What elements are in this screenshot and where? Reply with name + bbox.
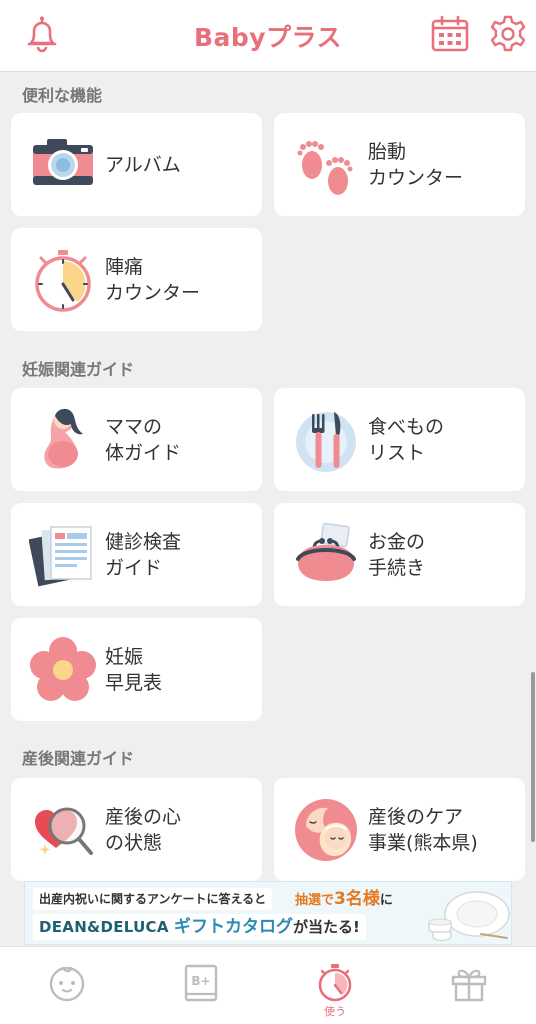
card-label: お金の 手続き — [368, 531, 426, 579]
banner-line2-post: に — [379, 893, 393, 908]
pregnant-woman-icon — [44, 408, 83, 469]
card-checkup-guide[interactable]: 健診検査 ガイド — [11, 503, 262, 606]
card-food-list[interactable]: 食べもの リスト — [274, 388, 525, 491]
banner-line3: DEAN&DELUCA ギフトカタログが当たる! — [33, 914, 366, 940]
tab-gift[interactable] — [402, 947, 536, 1024]
scrollbar-thumb[interactable] — [531, 672, 535, 842]
tab-book[interactable]: B+ — [134, 947, 268, 1024]
section-title-postpartum: 産後関連ガイド — [22, 749, 135, 768]
section-title-convenience: 便利な機能 — [22, 86, 103, 105]
stopwatch-icon — [35, 250, 91, 312]
tab-use[interactable]: 使う — [268, 947, 402, 1024]
plates-image — [428, 891, 510, 942]
section-title-pregnancy: 妊娠関連ガイド — [22, 360, 135, 379]
mother-baby-icon — [295, 799, 357, 861]
card-label: 妊娠 早見表 — [105, 646, 163, 694]
card-mama-body-guide[interactable]: ママの 体ガイド — [11, 388, 262, 491]
book-icon: B+ — [184, 964, 218, 1002]
card-fetal-movement[interactable]: 胎動 カウンター — [274, 113, 525, 216]
card-label: 産後の心 の状態 — [105, 806, 182, 854]
card-pregnancy-chart[interactable]: 妊娠 早見表 — [11, 618, 262, 721]
stopwatch-tab-icon — [318, 964, 352, 1002]
footprints-icon — [297, 141, 353, 195]
banner-gift-post: が当たる! — [293, 918, 360, 936]
card-postpartum-care[interactable]: 産後のケア 事業(熊本県) — [274, 778, 525, 881]
banner-brand: DEAN&DELUCA — [39, 918, 169, 936]
card-album[interactable]: アルバム — [11, 113, 262, 216]
banner-gift: ギフトカタログ — [174, 917, 293, 937]
banner-line2-pre: 抽選で — [295, 893, 335, 908]
gear-icon[interactable] — [488, 14, 528, 54]
survey-gift-banner[interactable]: 出産内祝いに関するアンケートに答えると 抽選で3名様に DEAN&DELUCA … — [24, 881, 512, 945]
card-postpartum-mind[interactable]: 産後の心 の状態 — [11, 778, 262, 881]
gift-icon — [451, 969, 487, 1002]
banner-line2-num: 3名様 — [334, 889, 380, 909]
card-label: 胎動 カウンター — [368, 141, 464, 189]
flower-icon — [30, 637, 96, 701]
fork-knife-icon — [296, 412, 356, 472]
card-label: アルバム — [105, 154, 181, 176]
calendar-icon[interactable] — [430, 14, 470, 54]
svg-text:B+: B+ — [191, 974, 210, 988]
bottom-tab-bar: B+ 使う — [0, 946, 536, 1024]
banner-line1: 出産内祝いに関するアンケートに答えると — [33, 888, 273, 910]
camera-icon — [33, 139, 93, 185]
tab-label-use: 使う — [324, 1005, 346, 1018]
card-contraction-counter[interactable]: 陣痛 カウンター — [11, 228, 262, 331]
card-label: ママの 体ガイド — [105, 416, 182, 464]
tab-baby[interactable] — [0, 947, 134, 1024]
banner-line2: 抽選で3名様に — [295, 888, 393, 912]
coin-purse-icon — [296, 522, 356, 581]
documents-icon — [29, 526, 92, 587]
card-label: 食べもの リスト — [368, 416, 445, 464]
card-label: 陣痛 カウンター — [105, 256, 201, 304]
card-money-procedures[interactable]: お金の 手続き — [274, 503, 525, 606]
card-label: 健診検査 ガイド — [105, 531, 182, 579]
card-label: 産後のケア 事業(熊本県) — [368, 806, 478, 854]
baby-face-icon — [49, 966, 85, 1002]
heart-magnifier-icon — [35, 807, 93, 855]
app-header: Babyプラス — [0, 0, 536, 72]
